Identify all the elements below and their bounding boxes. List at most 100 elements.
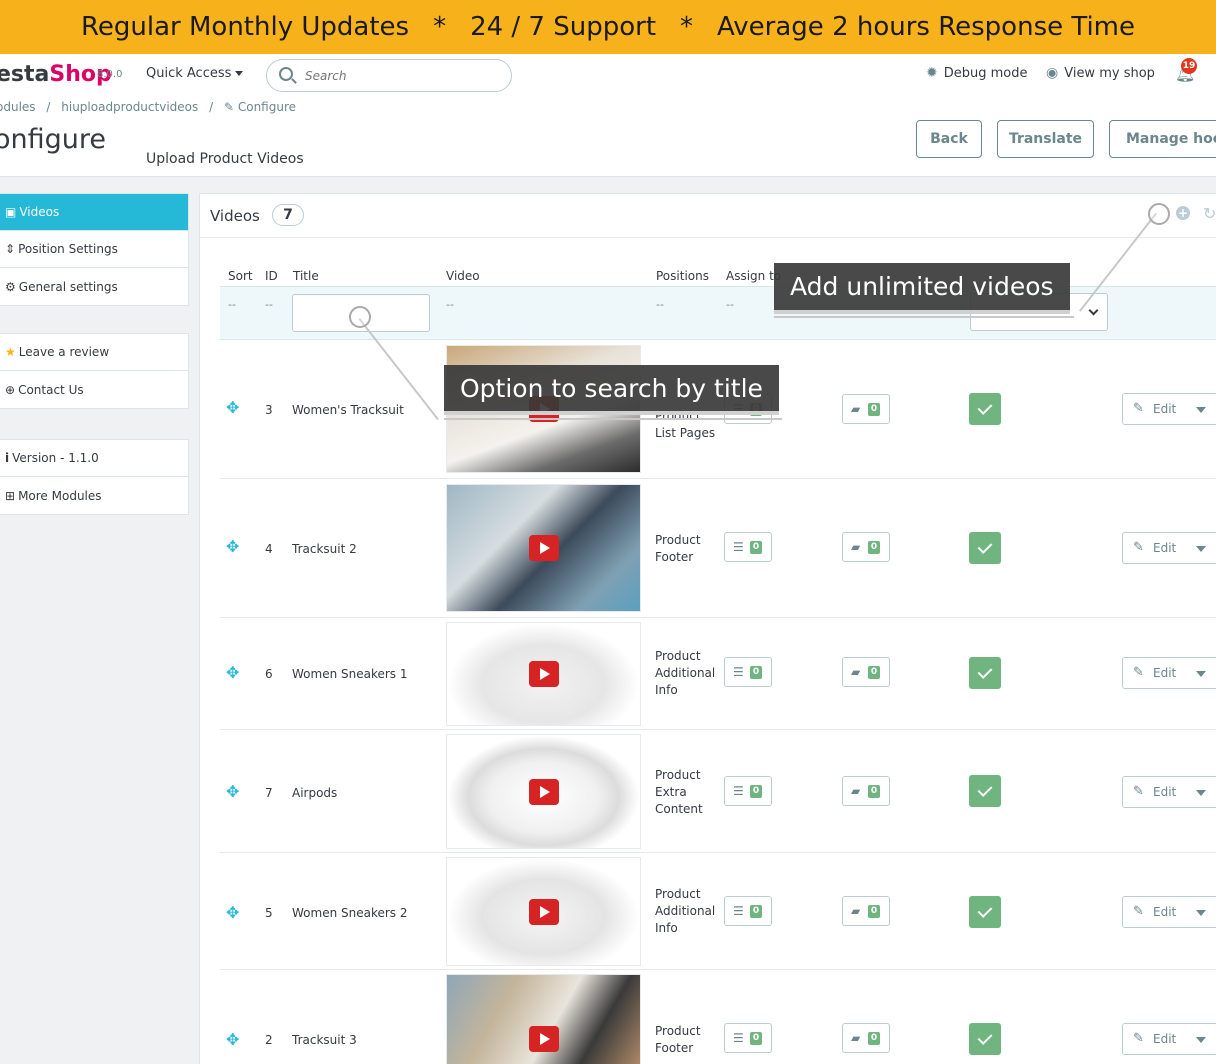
edit-button[interactable]: ✎ Edit <box>1122 532 1216 564</box>
breadcrumb: odules / hiuploadproductvideos / ✎ Confi… <box>0 100 296 114</box>
add-new-icon[interactable]: + <box>1176 206 1190 220</box>
edit-label: Edit <box>1153 785 1177 799</box>
video-thumbnail[interactable] <box>446 622 641 726</box>
back-button[interactable]: Back <box>916 120 982 158</box>
row-title: Airpods <box>292 786 338 800</box>
folder-icon: ▰ <box>851 540 861 554</box>
manage-hooks-button[interactable]: Manage hooks <box>1109 120 1216 158</box>
row-id: 6 <box>265 667 273 681</box>
banner-item-updates: Regular Monthly Updates <box>81 12 410 42</box>
column-header-title[interactable]: Title <box>293 269 319 283</box>
drag-handle-icon[interactable]: ✥ <box>226 782 239 801</box>
sidebar-item-label: General settings <box>18 279 118 294</box>
search-bar[interactable] <box>266 59 512 92</box>
quick-access-dropdown[interactable]: Quick Access <box>146 66 244 81</box>
status-enabled-toggle[interactable] <box>969 657 1001 689</box>
row-positions: Product Additional Info <box>655 887 716 935</box>
refresh-icon[interactable]: ↻ <box>1203 204 1216 223</box>
video-thumbnail[interactable] <box>446 734 641 849</box>
video-thumbnail[interactable] <box>446 484 641 612</box>
sidebar-item-contact-us[interactable]: ⊕ Contact Us <box>0 371 188 408</box>
drag-handle-icon[interactable]: ✥ <box>226 537 239 556</box>
assign-products-button[interactable]: ☰0 <box>724 532 772 562</box>
sidebar-item-more-modules[interactable]: ⊞ More Modules <box>0 477 188 514</box>
breadcrumb-separator: / <box>209 100 214 114</box>
edit-button[interactable]: ✎ Edit <box>1122 896 1216 928</box>
assign-categories-button[interactable]: ▰ 0 <box>842 394 890 424</box>
edit-label: Edit <box>1153 666 1177 680</box>
play-icon[interactable] <box>528 778 559 805</box>
assign-categories-button[interactable]: ▰ 0 <box>842 532 890 562</box>
assign-categories-button[interactable]: ▰ 0 <box>842 657 890 687</box>
play-icon[interactable] <box>528 898 559 925</box>
notification-badge: 19 <box>1181 58 1197 74</box>
assign-categories-button[interactable]: ▰ 0 <box>842 776 890 806</box>
drag-handle-icon[interactable]: ✥ <box>226 903 239 922</box>
caret-down-icon[interactable] <box>1196 790 1206 796</box>
video-thumbnail[interactable] <box>446 974 641 1064</box>
assign-categories-button[interactable]: ▰ 0 <box>842 1023 890 1053</box>
caret-down-icon[interactable] <box>1196 546 1206 552</box>
column-header-id[interactable]: ID <box>265 269 278 283</box>
caret-down-icon[interactable] <box>1196 407 1206 413</box>
sidebar-menu: ▣ Videos ⇕ Position Settings ⚙ General sett… <box>0 193 189 306</box>
play-icon[interactable] <box>528 1026 559 1052</box>
caret-down-icon[interactable] <box>1196 671 1206 677</box>
status-enabled-toggle[interactable] <box>969 532 1001 564</box>
column-header-sort[interactable]: Sort <box>228 269 253 283</box>
assign-products-button[interactable]: ☰0 <box>724 776 772 806</box>
sidebar-item-version: i Version - 1.1.0 <box>0 440 188 477</box>
view-shop-link[interactable]: ◉ View my shop <box>1046 65 1155 81</box>
row-positions: Product Extra Content <box>655 768 703 816</box>
gear-icon: ⚙ <box>5 279 16 294</box>
play-icon[interactable] <box>528 661 559 687</box>
edit-button[interactable]: ✎ Edit <box>1122 776 1216 808</box>
drag-handle-icon[interactable]: ✥ <box>226 398 239 417</box>
prestashop-logo[interactable]: estaShop <box>0 62 112 87</box>
assign-count: 0 <box>750 666 762 679</box>
caret-down-icon[interactable] <box>1196 1037 1206 1043</box>
search-input[interactable] <box>305 67 495 85</box>
status-enabled-toggle[interactable] <box>969 775 1001 807</box>
status-enabled-toggle[interactable] <box>969 896 1001 928</box>
drag-handle-icon[interactable]: ✥ <box>226 663 239 682</box>
wrench-icon: ✎ <box>223 100 235 114</box>
folder-icon: ▰ <box>851 402 861 416</box>
caret-down-icon[interactable] <box>1196 910 1206 916</box>
banner-separator: * <box>680 12 694 42</box>
video-thumbnail[interactable] <box>446 857 641 966</box>
filter-placeholder: -- <box>656 298 664 311</box>
sidebar-item-general-settings[interactable]: ⚙ General settings <box>0 268 188 305</box>
assign-products-button[interactable]: ☰0 <box>724 1023 772 1053</box>
assign-products-button[interactable]: ☰0 <box>724 896 772 926</box>
folder-icon: ▰ <box>851 665 861 679</box>
status-enabled-toggle[interactable] <box>969 393 1001 425</box>
drag-handle-icon[interactable]: ✥ <box>226 1030 239 1049</box>
pencil-icon: ✎ <box>1133 1031 1144 1046</box>
callout-ring <box>349 306 371 328</box>
play-icon[interactable] <box>528 535 559 561</box>
sidebar-item-position-settings[interactable]: ⇕ Position Settings <box>0 231 188 268</box>
info-icon: i <box>5 451 10 465</box>
eye-icon: ◉ <box>1046 65 1059 81</box>
sidebar-item-leave-review[interactable]: ★ Leave a review <box>0 334 188 371</box>
callout-ring <box>1148 203 1170 225</box>
chevron-down-icon <box>1088 305 1099 316</box>
column-header-positions: Positions <box>656 269 709 283</box>
assign-categories-button[interactable]: ▰ 0 <box>842 896 890 926</box>
status-enabled-toggle[interactable] <box>969 1023 1001 1055</box>
edit-button[interactable]: ✎ Edit <box>1122 657 1216 689</box>
pencil-icon: ✎ <box>1133 904 1144 919</box>
row-id: 2 <box>265 1033 273 1047</box>
edit-button[interactable]: ✎ Edit <box>1122 393 1216 425</box>
translate-button[interactable]: Translate <box>997 120 1094 158</box>
edit-label: Edit <box>1153 905 1177 919</box>
sidebar-item-videos[interactable]: ▣ Videos <box>0 194 188 231</box>
debug-mode-link[interactable]: ✹ Debug mode <box>926 65 1028 81</box>
breadcrumb-modules[interactable]: odules <box>0 100 36 114</box>
edit-button[interactable]: ✎ Edit <box>1122 1023 1216 1055</box>
breadcrumb-module-name[interactable]: hiuploadproductvideos <box>61 100 198 114</box>
pencil-icon: ✎ <box>1133 401 1144 416</box>
assign-products-button[interactable]: ☰0 <box>724 657 772 687</box>
sort-icon: ⇕ <box>5 242 16 256</box>
